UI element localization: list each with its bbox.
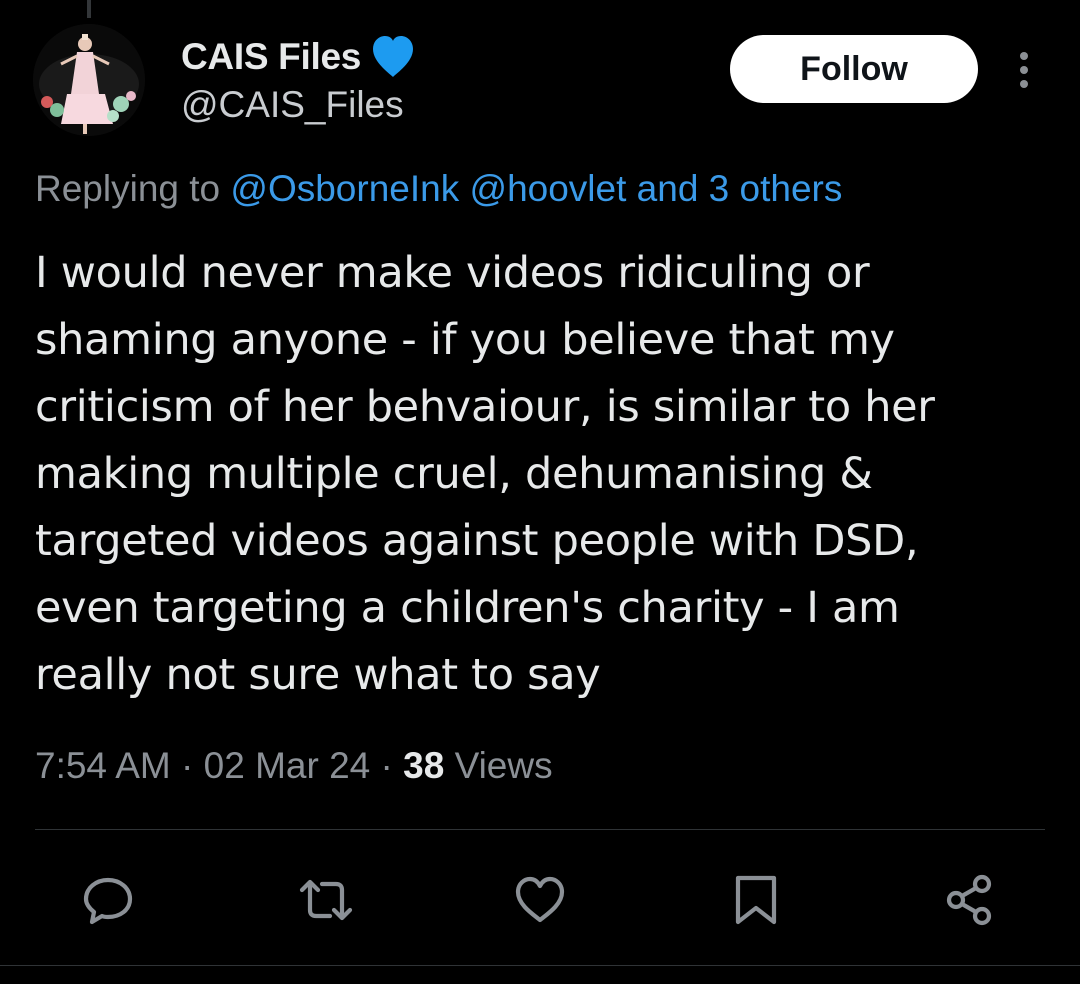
author-handle[interactable]: @CAIS_Files: [181, 84, 404, 126]
tweet-text-line: targeted videos against people with DSD,: [35, 516, 919, 566]
avatar[interactable]: [33, 24, 145, 136]
tweet-text-line: criticism of her behvaiour, is similar t…: [35, 382, 935, 432]
bookmark-icon[interactable]: [728, 872, 784, 928]
views-count: 38: [403, 745, 445, 786]
display-name[interactable]: CAIS Files: [181, 36, 361, 78]
tweet-meta: 7:54 AM · 02 Mar 24 · 38 Views: [35, 745, 553, 787]
tweet-text-line: I would never make videos ridiculing or: [35, 248, 870, 298]
reply-icon[interactable]: [80, 872, 136, 928]
replying-to-line: Replying to @OsborneInk @hoovlet and 3 o…: [35, 168, 842, 210]
bottom-divider: [0, 965, 1080, 966]
tweet-date[interactable]: 02 Mar 24: [204, 745, 371, 786]
mention-link[interactable]: @OsborneInk: [230, 168, 459, 209]
thread-connector-line: [87, 0, 91, 18]
divider: [35, 829, 1045, 830]
author-name-row[interactable]: CAIS Files: [181, 34, 417, 80]
tweet-text-line: making multiple cruel, dehumanising &: [35, 449, 873, 499]
tweet-text-line: even targeting a children's charity - I …: [35, 583, 900, 633]
more-dot: [1020, 80, 1028, 88]
meta-separator: ·: [380, 745, 393, 786]
tweet-text-line: shaming anyone - if you believe that my: [35, 315, 895, 365]
tweet-time[interactable]: 7:54 AM: [35, 745, 171, 786]
verified-heart-icon: [369, 34, 417, 80]
retweet-icon[interactable]: [298, 872, 354, 928]
tweet-text-line: really not sure what to say: [35, 650, 601, 700]
mention-link[interactable]: @hoovlet: [470, 168, 627, 209]
meta-separator: ·: [181, 745, 194, 786]
heart-icon[interactable]: [512, 872, 568, 928]
avatar-image: [33, 24, 145, 136]
views-label: Views: [454, 745, 553, 786]
share-icon[interactable]: [942, 872, 998, 928]
replying-to-label: Replying to: [35, 168, 221, 209]
mention-others-link[interactable]: and 3 others: [637, 168, 843, 209]
more-dot: [1020, 66, 1028, 74]
more-dot: [1020, 52, 1028, 60]
more-options-icon[interactable]: [1004, 48, 1044, 92]
follow-button[interactable]: Follow: [730, 35, 978, 103]
tweet-body: I would never make videos ridiculing or …: [35, 240, 1045, 709]
